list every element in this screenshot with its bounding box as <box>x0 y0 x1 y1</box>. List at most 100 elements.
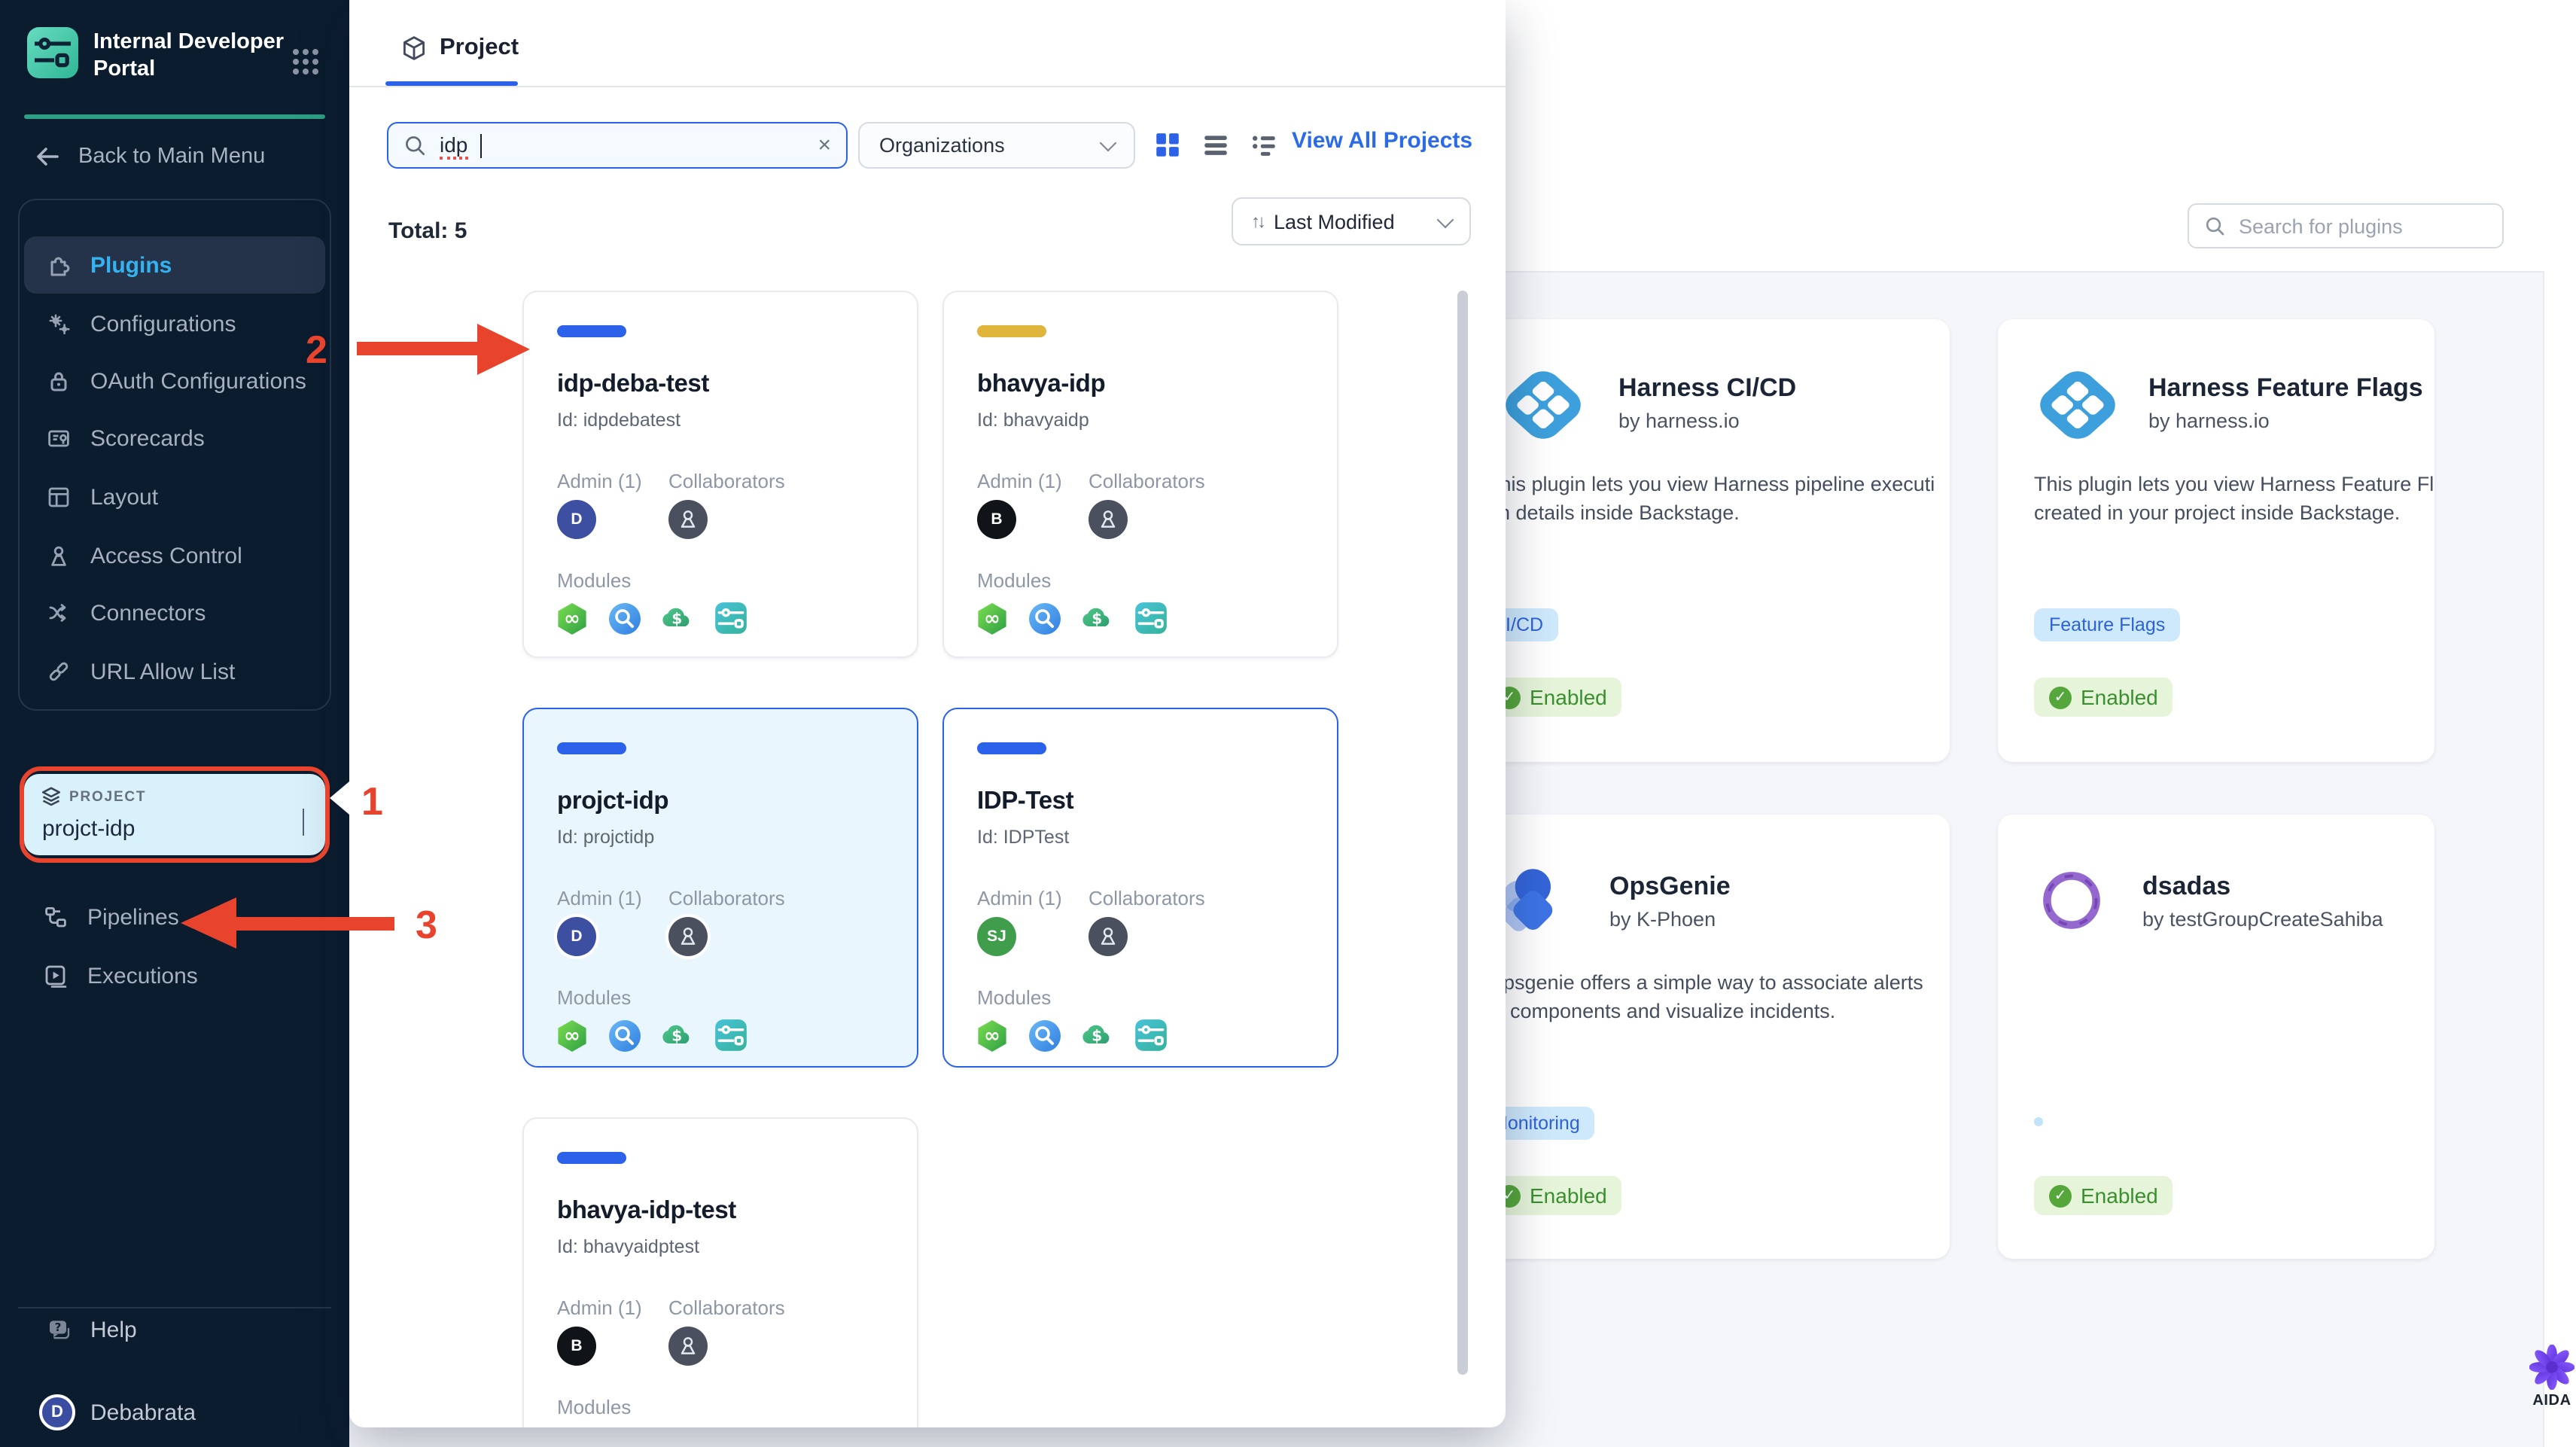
card-accent-bar <box>557 325 626 337</box>
project-popover: Project idp × Organizations View All Pro… <box>349 0 1506 1427</box>
project-id: Id: projctidp <box>557 827 655 848</box>
sidebar-item-connectors[interactable]: Connectors <box>24 584 325 641</box>
clear-search-icon[interactable]: × <box>818 134 831 157</box>
link-icon <box>49 662 69 681</box>
idp-module-icon <box>712 1016 750 1054</box>
project-card-idp-deba-test[interactable]: idp-deba-test Id: idpdebatest Admin (1) … <box>522 291 918 658</box>
project-card-bhavya-idp[interactable]: bhavya-idp Id: bhavyaidp Admin (1) Colla… <box>942 291 1338 658</box>
plugin-card-dsadas[interactable]: dsadas by testGroupCreateSahiba Enabled <box>1998 815 2434 1259</box>
ccm-module-icon <box>1079 600 1116 636</box>
app-switcher-icon[interactable] <box>289 45 322 78</box>
tab-project[interactable]: Project <box>400 35 519 62</box>
plugin-status-badge: Enabled <box>2034 1176 2173 1215</box>
admin-avatar: B <box>977 500 1016 539</box>
cd-module-icon <box>554 1017 590 1053</box>
window-scrollbar-rail[interactable] <box>2543 271 2576 1447</box>
sidebar-item-configurations[interactable]: Configurations <box>24 295 325 352</box>
lock-icon <box>50 372 67 391</box>
project-card-bhavya-idp-test[interactable]: bhavya-idp-test Id: bhavyaidptest Admin … <box>522 1117 918 1427</box>
annotation-label-2: 2 <box>306 327 327 372</box>
chevron-down-icon <box>1436 210 1454 228</box>
admin-avatar: B <box>557 1327 596 1366</box>
collaborator-avatar <box>668 500 708 539</box>
annotation-arrow-2-shaft <box>357 342 479 355</box>
app-title: Internal Developer Portal <box>93 30 285 81</box>
chevron-down-icon <box>1099 134 1117 152</box>
collaborator-avatar <box>668 917 708 956</box>
project-search-input[interactable]: idp × <box>387 122 848 169</box>
sidebar-item-plugins[interactable]: Plugins <box>24 236 325 294</box>
annotation-arrow-3-shaft <box>236 917 394 931</box>
plugin-card-harness-feature-flags[interactable]: Harness Feature Flags by harness.io This… <box>1998 319 2434 762</box>
modules-label: Modules <box>977 569 1052 592</box>
sidebar-item-pipelines[interactable]: Pipelines <box>42 903 179 931</box>
project-card-idp-test[interactable]: IDP-Test Id: IDPTest Admin (1) Collabora… <box>942 708 1338 1068</box>
plugin-author: by K-Phoen <box>1609 908 1716 931</box>
project-card-projct-idp[interactable]: projct-idp Id: projctidp Admin (1) Colla… <box>522 708 918 1068</box>
layout-icon <box>48 487 69 507</box>
sort-dropdown[interactable]: ↑↓ Last Modified <box>1232 197 1471 245</box>
aida-widget[interactable]: AIDA <box>2526 1345 2576 1409</box>
user-menu[interactable]: D Debabrata <box>39 1394 196 1430</box>
sidebar-item-url-allow-list[interactable]: URL Allow List <box>24 643 325 700</box>
popover-caret <box>330 781 349 815</box>
back-to-main-menu[interactable]: Back to Main Menu <box>33 143 265 170</box>
person-icon <box>1093 922 1123 952</box>
harness-logo <box>2032 364 2123 446</box>
avatar: D <box>39 1394 75 1430</box>
dsadas-logo <box>2037 866 2106 935</box>
text-cursor <box>480 133 482 157</box>
plugin-author: by harness.io <box>1618 410 1740 432</box>
collaborator-avatar <box>668 1327 708 1366</box>
sidebar-item-oauth-configurations[interactable]: OAuth Configurations <box>24 352 325 410</box>
admin-label: Admin (1) <box>977 887 1062 909</box>
sort-value: Last Modified <box>1274 210 1395 233</box>
sidebar-item-scorecards[interactable]: Scorecards <box>24 410 325 467</box>
plugin-title: Harness Feature Flags <box>2148 373 2423 402</box>
plugin-description-line: to components and visualize incidents. <box>1487 1000 1836 1022</box>
collaborators-label: Collaborators <box>668 470 785 492</box>
idp-module-icon <box>1132 1016 1170 1054</box>
card-accent-bar <box>977 325 1046 337</box>
sidebar-item-access-control[interactable]: Access Control <box>24 527 325 584</box>
check-icon <box>2049 1184 2072 1207</box>
project-name: idp-deba-test <box>557 370 709 398</box>
plugin-author: by testGroupCreateSahiba <box>2142 908 2383 931</box>
ccm-module-icon <box>659 600 696 636</box>
plugin-card-harness-cicd[interactable]: Harness CI/CD by harness.io This plugin … <box>1468 319 1950 762</box>
plugin-card-opsgenie[interactable]: OpsGenie by K-Phoen Opsgenie offers a si… <box>1468 815 1950 1259</box>
list-view-icon[interactable] <box>1201 131 1230 160</box>
organizations-filter[interactable]: Organizations <box>858 122 1135 169</box>
modules-icons <box>554 599 750 637</box>
help-chat-icon: ? <box>50 1321 70 1339</box>
sidebar-item-layout[interactable]: Layout <box>24 468 325 525</box>
plugins-search-placeholder: Search for plugins <box>2239 215 2403 237</box>
pipeline-icon <box>45 907 66 928</box>
admin-label: Admin (1) <box>557 470 642 492</box>
plugin-title: OpsGenie <box>1609 872 1731 900</box>
person-icon <box>673 1331 703 1361</box>
admin-avatar: D <box>557 917 596 956</box>
svg-text:?: ? <box>55 1321 62 1334</box>
tab-project-label: Project <box>440 35 519 60</box>
person-icon <box>51 546 66 566</box>
compact-list-view-icon[interactable] <box>1250 131 1278 160</box>
project-id: Id: idpdebatest <box>557 410 681 431</box>
project-name: bhavya-idp-test <box>557 1197 736 1224</box>
card-accent-bar <box>977 742 1046 754</box>
sidebar-item-executions[interactable]: Executions <box>42 962 198 989</box>
ccm-module-icon <box>1079 1017 1116 1053</box>
plugin-description-line: This plugin lets you view Harness pipeli… <box>1487 473 1935 495</box>
project-id: Id: bhavyaidptest <box>557 1236 700 1257</box>
annotation-box-1 <box>20 766 330 863</box>
view-all-projects-link[interactable]: View All Projects <box>1292 128 1472 154</box>
grid-view-icon[interactable] <box>1153 131 1182 160</box>
person-icon <box>673 504 703 535</box>
plugin-title: Harness CI/CD <box>1618 373 1797 402</box>
plugin-description-line: Opsgenie offers a simple way to associat… <box>1487 971 1923 994</box>
ccm-module-icon <box>659 1017 696 1053</box>
help-button[interactable]: ? Help <box>45 1316 137 1343</box>
project-search-value: idp <box>440 132 468 159</box>
plugins-search-input[interactable]: Search for plugins <box>2188 203 2504 248</box>
modal-scrollbar[interactable] <box>1457 291 1468 1375</box>
